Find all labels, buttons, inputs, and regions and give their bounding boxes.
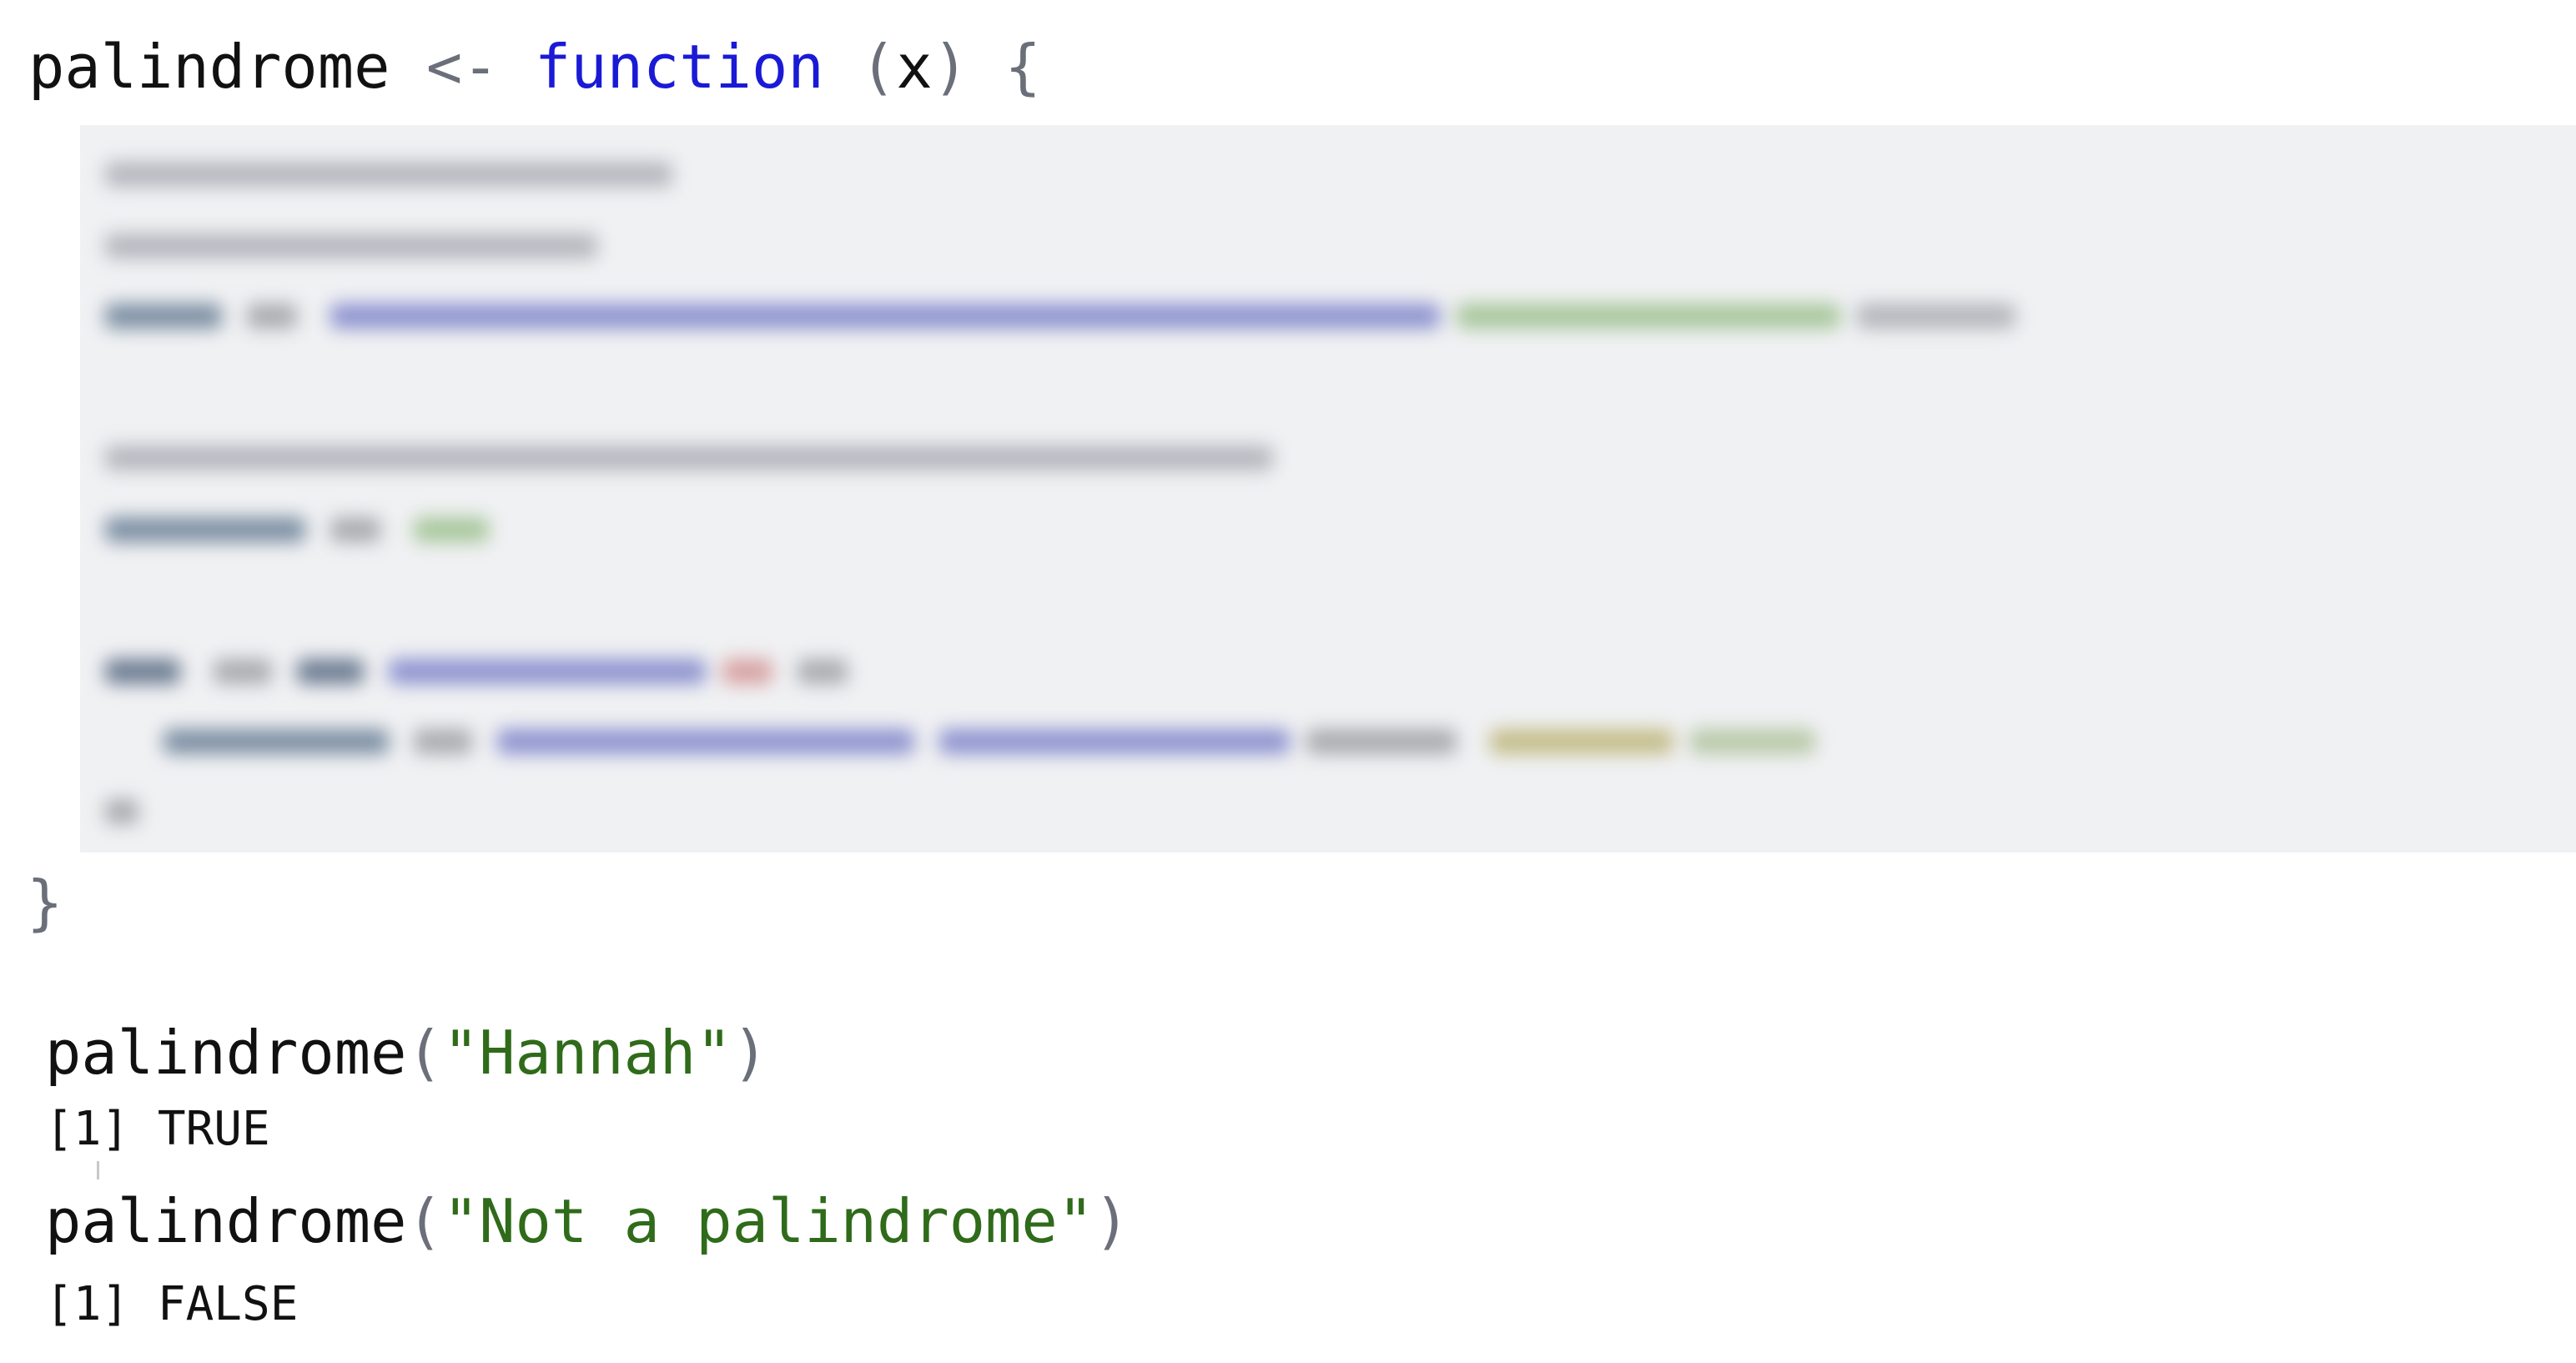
blurred-line (105, 659, 180, 684)
function-definition-line: palindrome <- function (x) { (28, 37, 1041, 97)
example-call-hannah: palindrome("Hannah") (45, 1023, 768, 1083)
blurred-line (497, 729, 914, 754)
blurred-line (939, 729, 1290, 754)
blurred-line (1306, 729, 1457, 754)
call-function-name: palindrome (45, 1186, 407, 1256)
open-brace: { (1004, 32, 1041, 102)
example-call-not-palindrome: palindrome("Not a palindrome") (45, 1191, 1130, 1251)
blurred-line (105, 445, 1273, 470)
open-paren: ( (860, 32, 897, 102)
call-open-paren: ( (406, 1018, 443, 1088)
blurred-line (414, 729, 472, 754)
blurred-line (414, 517, 489, 542)
call-open-paren: ( (406, 1186, 443, 1256)
blurred-line (1490, 729, 1673, 754)
call-close-paren: ) (1094, 1186, 1130, 1256)
blurred-line (330, 517, 380, 542)
blurred-line (105, 162, 672, 187)
blurred-line (1457, 304, 1840, 329)
blurred-line (105, 517, 305, 542)
blurred-line (214, 659, 272, 684)
call-function-name: palindrome (45, 1018, 407, 1088)
call-close-paren: ) (732, 1018, 768, 1088)
function-name: palindrome (28, 32, 390, 102)
blurred-line (247, 304, 297, 329)
blurred-line (722, 659, 772, 684)
blurred-line (105, 799, 138, 824)
close-paren: ) (932, 32, 969, 102)
blurred-line (1857, 304, 2015, 329)
function-param: x (896, 32, 933, 102)
call-string-arg: "Not a palindrome" (442, 1186, 1094, 1256)
assign-operator: <- (425, 32, 499, 102)
blurred-code-block (80, 125, 2576, 853)
blurred-line (164, 729, 389, 754)
function-keyword: function (534, 32, 824, 102)
blurred-line (105, 304, 222, 329)
output-true: [1] TRUE (45, 1102, 270, 1156)
blurred-line (297, 659, 364, 684)
blurred-line (797, 659, 848, 684)
text-cursor-mark (97, 1161, 99, 1179)
blurred-line (105, 234, 597, 259)
blurred-line (1690, 729, 1815, 754)
call-string-arg: "Hannah" (442, 1018, 732, 1088)
blurred-line (330, 304, 1440, 329)
blurred-line (389, 659, 706, 684)
output-false: [1] FALSE (45, 1277, 299, 1331)
close-brace: } (27, 868, 63, 938)
